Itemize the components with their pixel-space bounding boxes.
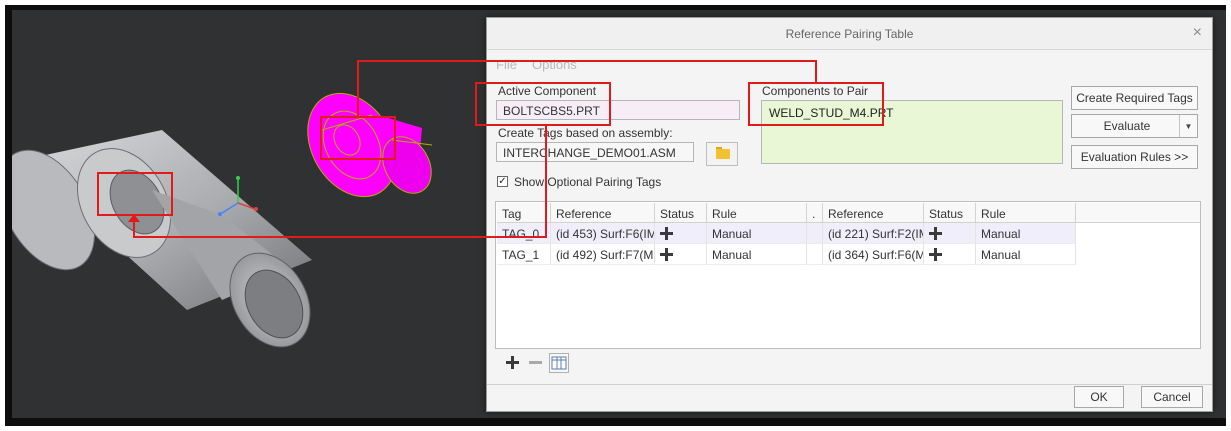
annotation-box-stud-surface (320, 116, 396, 160)
col-header-status[interactable]: Status (655, 203, 707, 223)
annotation-box-components-to-pair (748, 82, 884, 126)
browse-folder-button[interactable] (706, 142, 738, 166)
evaluation-rules-button[interactable]: Evaluation Rules >> (1071, 145, 1198, 169)
table-cell-status-2[interactable] (924, 244, 976, 265)
col-header-reference-2[interactable]: Reference (823, 203, 924, 223)
dialog-title: Reference Pairing Table (785, 27, 914, 41)
create-tags-label: Create Tags based on assembly: (498, 126, 673, 140)
annotation-connector (357, 60, 817, 62)
annotation-connector (133, 236, 547, 238)
cancel-button[interactable]: Cancel (1141, 386, 1203, 408)
table-columns-button[interactable] (549, 353, 569, 373)
plus-icon (929, 227, 942, 240)
show-optional-checkbox[interactable]: ✓ (497, 176, 508, 187)
close-icon[interactable]: × (1193, 24, 1202, 42)
chevron-down-icon[interactable]: ▼ (1179, 115, 1197, 137)
table-cell-reference[interactable]: (id 453) Surf:F6(IM (551, 223, 655, 244)
col-header-separator[interactable]: . (807, 203, 823, 223)
add-icon (506, 356, 519, 369)
table-cell-rule-2[interactable]: Manual (976, 223, 1076, 244)
table-cell-status[interactable] (655, 223, 707, 244)
col-header-rule-2[interactable]: Rule (976, 203, 1076, 223)
annotation-connector (133, 220, 135, 238)
plus-icon (929, 248, 942, 261)
evaluate-button[interactable]: Evaluate ▼ (1071, 114, 1198, 138)
col-header-empty (1076, 203, 1200, 223)
table-cell-status-2[interactable] (924, 223, 976, 244)
pairing-table: Tag Reference Status Rule . Reference St… (495, 201, 1201, 349)
show-optional-label: Show Optional Pairing Tags (514, 175, 662, 189)
table-columns-icon (551, 356, 567, 370)
table-cell-tag[interactable]: TAG_1 (497, 244, 551, 265)
col-header-status-2[interactable]: Status (924, 203, 976, 223)
table-cell-rule[interactable]: Manual (707, 223, 807, 244)
plus-icon (660, 248, 673, 261)
footer-divider (487, 384, 1212, 385)
table-cell-reference-2[interactable]: (id 364) Surf:F6(M (823, 244, 924, 265)
col-header-tag[interactable]: Tag (497, 203, 551, 223)
annotation-arrow-icon (128, 214, 140, 222)
remove-icon (529, 361, 542, 364)
table-cell-separator (807, 223, 823, 244)
annotation-box-active-component (475, 82, 611, 126)
annotation-connector (545, 125, 547, 237)
annotation-box-bolt-surface (97, 172, 173, 216)
table-cell-separator (807, 244, 823, 265)
create-required-tags-button[interactable]: Create Required Tags (1071, 86, 1198, 110)
plus-icon (660, 227, 673, 240)
annotation-connector (815, 60, 817, 83)
dialog-titlebar[interactable]: Reference Pairing Table × (487, 18, 1212, 50)
add-row-button[interactable] (503, 353, 523, 373)
table-cell-reference[interactable]: (id 492) Surf:F7(M (551, 244, 655, 265)
annotation-connector (357, 60, 359, 117)
table-cell-rule[interactable]: Manual (707, 244, 807, 265)
table-cell-reference-2[interactable]: (id 221) Surf:F2(IM (823, 223, 924, 244)
table-cell-tag[interactable]: TAG_0 (497, 223, 551, 244)
col-header-reference[interactable]: Reference (551, 203, 655, 223)
remove-row-button[interactable] (526, 353, 546, 373)
ok-button[interactable]: OK (1074, 386, 1124, 408)
bolt-part[interactable] (0, 130, 326, 361)
evaluate-label: Evaluate (1103, 119, 1151, 133)
col-header-rule[interactable]: Rule (707, 203, 807, 223)
assembly-field[interactable]: INTERCHANGE_DEMO01.ASM (496, 142, 694, 162)
reference-pairing-dialog: Reference Pairing Table × File Options A… (486, 17, 1213, 412)
table-cell-status[interactable] (655, 244, 707, 265)
table-cell-rule-2[interactable]: Manual (976, 244, 1076, 265)
